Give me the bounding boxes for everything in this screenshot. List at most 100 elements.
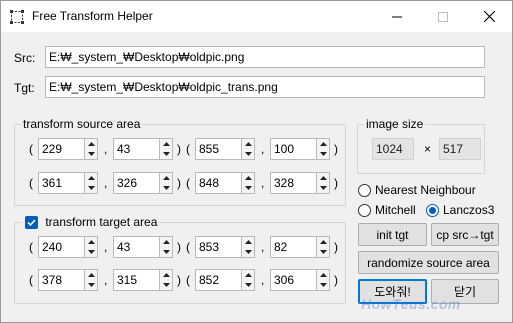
source-coord-input[interactable]: 328	[270, 172, 317, 194]
spin-down-icon[interactable]	[160, 247, 172, 257]
spin-down-icon[interactable]	[242, 149, 254, 159]
spin-down-icon[interactable]	[160, 183, 172, 193]
tgt-path-input[interactable]: E:₩_system_₩Desktop₩oldpic_trans.png	[45, 76, 485, 98]
spin-up-icon[interactable]	[242, 173, 254, 183]
spin-up-icon[interactable]	[85, 270, 97, 280]
spin-arrows	[241, 236, 255, 258]
watermark-logo: HowTeus.com	[361, 296, 461, 312]
image-height-value: 517	[439, 138, 481, 160]
spin-down-icon[interactable]	[85, 149, 97, 159]
target-coord-spinbox[interactable]: 852	[195, 269, 255, 291]
radio-lanczos3[interactable]: Lanczos3	[426, 203, 494, 217]
target-coord-input[interactable]: 43	[113, 236, 160, 258]
spin-up-icon[interactable]	[160, 270, 172, 280]
coord-punctuation: ,	[261, 240, 265, 254]
spin-down-icon[interactable]	[85, 247, 97, 257]
source-coord-spinbox[interactable]: 43	[113, 138, 173, 160]
source-coord-input[interactable]: 326	[113, 172, 160, 194]
coord-punctuation: )	[177, 176, 181, 190]
spin-up-icon[interactable]	[85, 173, 97, 183]
maximize-button[interactable]	[420, 1, 466, 32]
checkmark-icon	[27, 219, 36, 227]
spin-arrows	[159, 138, 173, 160]
spin-up-icon[interactable]	[242, 139, 254, 149]
target-coord-input[interactable]: 853	[195, 236, 242, 258]
target-coord-input[interactable]: 852	[195, 269, 242, 291]
spin-up-icon[interactable]	[160, 237, 172, 247]
spin-arrows	[241, 138, 255, 160]
spin-up-icon[interactable]	[317, 237, 329, 247]
spin-arrows	[84, 138, 98, 160]
target-coord-input[interactable]: 240	[38, 236, 85, 258]
source-coord-spinbox[interactable]: 361	[38, 172, 98, 194]
source-coord-input[interactable]: 100	[270, 138, 317, 160]
spin-arrows	[84, 172, 98, 194]
source-coord-spinbox[interactable]: 848	[195, 172, 255, 194]
spin-down-icon[interactable]	[242, 280, 254, 290]
radio-mitchell[interactable]: Mitchell	[358, 203, 416, 217]
spin-up-icon[interactable]	[242, 270, 254, 280]
cp-src-tgt-button[interactable]: cp src→tgt	[431, 223, 499, 246]
target-coord-spinbox[interactable]: 315	[113, 269, 173, 291]
source-coord-spinbox[interactable]: 855	[195, 138, 255, 160]
spin-up-icon[interactable]	[85, 237, 97, 247]
coord-punctuation: ,	[261, 142, 265, 156]
spin-up-icon[interactable]	[317, 139, 329, 149]
coord-punctuation: (	[186, 142, 190, 156]
target-area-checkbox[interactable]	[25, 216, 38, 229]
target-coord-spinbox[interactable]: 240	[38, 236, 98, 258]
target-coord-spinbox[interactable]: 853	[195, 236, 255, 258]
tgt-label: Tgt:	[14, 81, 35, 95]
src-path-input[interactable]: E:₩_system_₩Desktop₩oldpic.png	[45, 46, 485, 68]
radio-nearest-neighbour[interactable]: Nearest Neighbour	[358, 183, 476, 197]
spin-up-icon[interactable]	[160, 139, 172, 149]
target-coord-spinbox[interactable]: 43	[113, 236, 173, 258]
spin-down-icon[interactable]	[242, 247, 254, 257]
minimize-button[interactable]	[374, 1, 420, 32]
spin-down-icon[interactable]	[317, 247, 329, 257]
spin-arrows	[316, 236, 330, 258]
source-coord-input[interactable]: 229	[38, 138, 85, 160]
spin-down-icon[interactable]	[160, 149, 172, 159]
target-coord-spinbox[interactable]: 306	[270, 269, 330, 291]
source-coord-input[interactable]: 855	[195, 138, 242, 160]
coord-punctuation: ,	[261, 273, 265, 287]
radio-circle-selected	[426, 203, 439, 217]
spin-down-icon[interactable]	[160, 280, 172, 290]
source-coord-spinbox[interactable]: 328	[270, 172, 330, 194]
spin-down-icon[interactable]	[242, 183, 254, 193]
radio-circle	[358, 203, 371, 217]
init-tgt-button[interactable]: init tgt	[358, 223, 427, 246]
target-coord-input[interactable]: 315	[113, 269, 160, 291]
spin-up-icon[interactable]	[85, 139, 97, 149]
close-window-button[interactable]	[466, 1, 512, 32]
target-coord-input[interactable]: 306	[270, 269, 317, 291]
spin-down-icon[interactable]	[317, 149, 329, 159]
source-coord-input[interactable]: 848	[195, 172, 242, 194]
target-coord-spinbox[interactable]: 82	[270, 236, 330, 258]
target-coord-input[interactable]: 378	[38, 269, 85, 291]
spin-arrows	[84, 269, 98, 291]
spin-down-icon[interactable]	[317, 183, 329, 193]
spin-down-icon[interactable]	[85, 280, 97, 290]
target-coord-input[interactable]: 82	[270, 236, 317, 258]
randomize-source-area-button[interactable]: randomize source area	[358, 251, 499, 274]
source-coord-input[interactable]: 43	[113, 138, 160, 160]
spin-up-icon[interactable]	[317, 173, 329, 183]
spin-up-icon[interactable]	[160, 173, 172, 183]
source-coord-spinbox[interactable]: 100	[270, 138, 330, 160]
source-coord-spinbox[interactable]: 229	[38, 138, 98, 160]
spin-arrows	[159, 269, 173, 291]
spin-up-icon[interactable]	[242, 237, 254, 247]
spin-down-icon[interactable]	[85, 183, 97, 193]
target-coord-spinbox[interactable]: 378	[38, 269, 98, 291]
source-coord-input[interactable]: 361	[38, 172, 85, 194]
source-coord-spinbox[interactable]: 326	[113, 172, 173, 194]
spin-arrows	[159, 236, 173, 258]
title-bar[interactable]: Free Transform Helper	[1, 1, 512, 32]
radio-label: Mitchell	[375, 203, 416, 217]
image-size-title: image size	[364, 117, 426, 131]
spin-up-icon[interactable]	[317, 270, 329, 280]
coord-punctuation: ,	[104, 142, 108, 156]
spin-down-icon[interactable]	[317, 280, 329, 290]
